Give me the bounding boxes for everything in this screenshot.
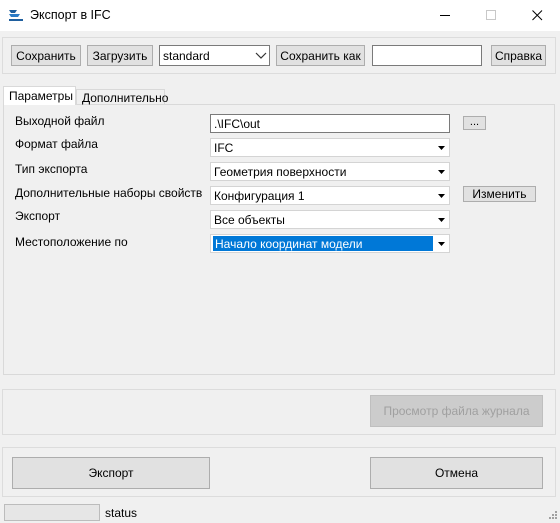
dropdown-arrow-icon bbox=[433, 235, 449, 252]
close-window-button[interactable] bbox=[514, 0, 560, 31]
location-value: Начало координат модели bbox=[213, 236, 433, 251]
dropdown-arrow-icon bbox=[433, 139, 449, 156]
edit-button[interactable]: Изменить bbox=[463, 186, 536, 202]
property-sets-value: Конфигурация 1 bbox=[214, 188, 305, 203]
maximize-button bbox=[468, 0, 514, 31]
save-button[interactable]: Сохранить bbox=[11, 45, 81, 66]
tab-parameters[interactable]: Параметры bbox=[3, 86, 76, 105]
file-format-label: Формат файла bbox=[15, 137, 98, 151]
export-type-label: Тип экспорта bbox=[15, 162, 88, 176]
output-file-input[interactable]: .\IFC\out bbox=[210, 114, 450, 133]
dropdown-arrow-icon bbox=[433, 211, 449, 228]
property-sets-label: Дополнительные наборы свойств bbox=[15, 186, 203, 200]
property-sets-dropdown[interactable]: Конфигурация 1 bbox=[210, 186, 450, 205]
load-button[interactable]: Загрузить bbox=[87, 45, 153, 66]
maximize-icon bbox=[485, 10, 496, 20]
output-file-label: Выходной файл bbox=[15, 114, 105, 128]
config-dropdown[interactable]: standard bbox=[159, 45, 270, 66]
chevron-down-icon bbox=[255, 52, 267, 59]
export-button[interactable]: Экспорт bbox=[12, 457, 210, 489]
tab-advanced[interactable]: Дополнительно bbox=[76, 89, 168, 105]
progress-bar bbox=[4, 504, 100, 521]
export-scope-dropdown[interactable]: Все объекты bbox=[210, 210, 450, 229]
export-type-dropdown[interactable]: Геометрия поверхности bbox=[210, 162, 450, 181]
status-text: status bbox=[105, 506, 138, 520]
dropdown-arrow-icon bbox=[433, 163, 449, 180]
location-label: Местоположение по bbox=[15, 235, 128, 249]
file-format-value: IFC bbox=[214, 140, 234, 155]
location-dropdown[interactable]: Начало координат модели bbox=[210, 234, 450, 253]
app-icon bbox=[9, 10, 23, 21]
browse-button[interactable]: ... bbox=[463, 116, 486, 130]
cancel-button[interactable]: Отмена bbox=[370, 457, 543, 489]
config-dropdown-value: standard bbox=[163, 48, 210, 63]
view-log-button: Просмотр файла журнала bbox=[370, 395, 543, 427]
dropdown-arrow-icon bbox=[433, 187, 449, 204]
minimize-icon bbox=[439, 15, 450, 16]
window-title: Экспорт в IFC bbox=[30, 8, 111, 22]
export-type-value: Геометрия поверхности bbox=[214, 164, 347, 179]
help-button[interactable]: Справка bbox=[491, 45, 546, 66]
export-label: Экспорт bbox=[15, 209, 61, 223]
save-as-button[interactable]: Сохранить как bbox=[276, 45, 365, 66]
export-scope-value: Все объекты bbox=[214, 212, 285, 227]
file-format-dropdown[interactable]: IFC bbox=[210, 138, 450, 157]
resize-grip-icon[interactable] bbox=[546, 510, 558, 522]
minimize-button[interactable] bbox=[422, 0, 468, 31]
config-name-input[interactable] bbox=[372, 45, 482, 66]
close-icon bbox=[531, 10, 542, 21]
